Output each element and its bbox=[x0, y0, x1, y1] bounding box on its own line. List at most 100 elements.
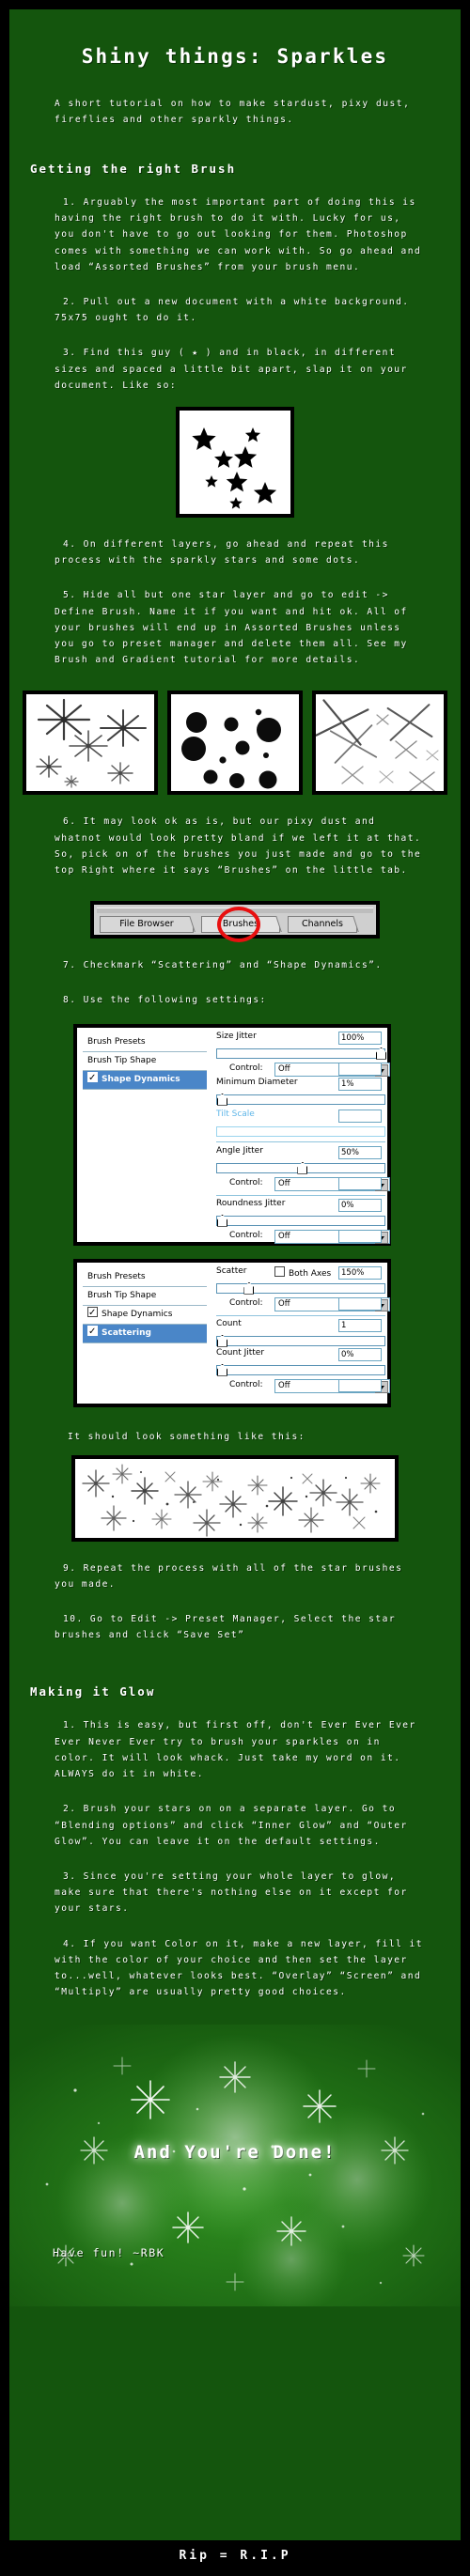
step-brush-2: 2. Pull out a new document with a white … bbox=[55, 297, 410, 324]
checkbox-icon[interactable] bbox=[274, 1265, 285, 1277]
slider-knob[interactable] bbox=[376, 1047, 386, 1060]
control-extra-field[interactable] bbox=[338, 1229, 382, 1243]
scatter-slider[interactable] bbox=[216, 1281, 385, 1295]
count-value[interactable]: 1 bbox=[338, 1318, 382, 1332]
control-extra-field[interactable] bbox=[338, 1062, 382, 1076]
page-title: Shiny things: Sparkles bbox=[81, 45, 389, 68]
list-item-brush-tip-shape[interactable]: Brush Tip Shape bbox=[83, 1287, 207, 1306]
step-glow-2: 2. Brush your stars on on a separate lay… bbox=[55, 1804, 408, 1847]
angle-jitter-control-row: Control: Off bbox=[216, 1176, 390, 1191]
control-dropdown-value: Off bbox=[278, 1298, 290, 1309]
list-item-brush-presets[interactable]: Brush Presets bbox=[83, 1268, 207, 1287]
scatter-control-row: Control: Off bbox=[216, 1296, 390, 1311]
slider-knob[interactable] bbox=[217, 1363, 227, 1376]
count-jitter-control-row: Control: Off bbox=[216, 1378, 390, 1393]
tab-channels[interactable]: Channels bbox=[288, 916, 357, 934]
figure-tabstrip-wrap: File Browser Brushes Channels bbox=[9, 901, 461, 943]
slider-knob[interactable] bbox=[217, 1214, 227, 1227]
done-headline: And You're Done! bbox=[133, 2142, 337, 2164]
figure-scatter-result bbox=[71, 1454, 399, 1542]
slider-knob[interactable] bbox=[297, 1161, 308, 1174]
footer-text: Rip = R.I.P bbox=[179, 2549, 291, 2563]
list-item-shape-dynamics[interactable]: Shape Dynamics bbox=[83, 1069, 207, 1090]
figure-row-brush-samples bbox=[9, 691, 461, 796]
step-brush-3: 3. Find this guy ( ★ ) and in black, in … bbox=[55, 348, 408, 391]
step-brush-9: 9. Repeat the process with all of the st… bbox=[55, 1562, 403, 1590]
brushes-palette-scattering[interactable]: Brush Presets Brush Tip Shape Shape Dyna… bbox=[73, 1258, 391, 1407]
control-extra-field[interactable] bbox=[338, 1378, 382, 1392]
step-glow-3: 3. Since you're setting your whole layer… bbox=[55, 1870, 408, 1915]
minimum-diameter-value[interactable]: 1% bbox=[338, 1077, 382, 1091]
step-brush-4: 4. On different layers, go ahead and rep… bbox=[55, 539, 389, 566]
control-dropdown-value: Off bbox=[278, 1178, 290, 1188]
step-brush-6: 6. It may look ok as is, but our pixy du… bbox=[55, 816, 422, 877]
count-slider[interactable] bbox=[216, 1334, 385, 1347]
slider-knob[interactable] bbox=[217, 1334, 227, 1347]
signature-text: Have fun! ~RBK bbox=[53, 2246, 165, 2260]
angle-jitter-slider[interactable] bbox=[216, 1161, 385, 1174]
scatter-value[interactable]: 150% bbox=[338, 1265, 382, 1280]
shape-dynamics-controls: Size Jitter 100% Control: Off Minimum Di… bbox=[216, 1031, 390, 1244]
control-extra-field[interactable] bbox=[338, 1296, 382, 1311]
brushes-palette-shape-dynamics[interactable]: Brush Presets Brush Tip Shape Shape Dyna… bbox=[73, 1023, 391, 1246]
control-label: Control: bbox=[229, 1230, 263, 1240]
brush-option-list[interactable]: Brush Presets Brush Tip Shape Shape Dyna… bbox=[83, 1267, 207, 1343]
control-label: Control: bbox=[229, 1297, 263, 1308]
size-jitter-slider[interactable] bbox=[216, 1047, 386, 1060]
page-subtitle: A short tutorial on how to make stardust… bbox=[55, 99, 411, 125]
size-jitter-value[interactable]: 100% bbox=[338, 1031, 382, 1045]
both-axes-label: Both Axes bbox=[289, 1268, 332, 1279]
highlight-circle-icon bbox=[217, 907, 260, 943]
list-item-brush-presets[interactable]: Brush Presets bbox=[83, 1033, 207, 1052]
scatter-label: Scatter bbox=[216, 1265, 247, 1276]
count-jitter-label: Count Jitter bbox=[216, 1347, 265, 1358]
list-item-label: Shape Dynamics bbox=[102, 1074, 180, 1084]
control-label: Control: bbox=[229, 1177, 263, 1187]
list-item-label: Brush Tip Shape bbox=[87, 1290, 157, 1300]
glow-showcase-banner: And You're Done! Have fun! ~RBK bbox=[9, 2025, 461, 2307]
roundness-jitter-slider[interactable] bbox=[216, 1214, 385, 1227]
list-item-label: Brush Presets bbox=[87, 1271, 146, 1281]
minimum-diameter-slider[interactable] bbox=[216, 1093, 385, 1106]
checkbox-icon[interactable] bbox=[87, 1069, 98, 1087]
photoshop-tab-strip: File Browser Brushes Channels bbox=[90, 901, 380, 943]
count-jitter-value[interactable]: 0% bbox=[338, 1347, 382, 1361]
step-brush-10: 10. Go to Edit -> Preset Manager, Select… bbox=[55, 1614, 397, 1641]
size-jitter-label: Size Jitter bbox=[216, 1031, 257, 1041]
control-extra-field[interactable] bbox=[338, 1176, 382, 1190]
checkbox-icon[interactable] bbox=[87, 1304, 98, 1322]
list-item-scattering[interactable]: Scattering bbox=[83, 1323, 207, 1343]
list-item-label: Brush Tip Shape bbox=[87, 1055, 157, 1065]
green-content-panel: Shiny things: Sparkles A short tutorial … bbox=[9, 9, 461, 2540]
caption-result-preview: It should look something like this: bbox=[68, 1431, 306, 1442]
control-dropdown-value: Off bbox=[278, 1380, 290, 1390]
roundness-jitter-label: Roundness Jitter bbox=[216, 1198, 286, 1208]
roundness-jitter-value[interactable]: 0% bbox=[338, 1198, 382, 1212]
checkbox-icon[interactable] bbox=[87, 1323, 98, 1341]
count-jitter-slider[interactable] bbox=[216, 1363, 385, 1376]
step-brush-1: 1. Arguably the most important part of d… bbox=[55, 197, 422, 272]
minimum-diameter-label: Minimum Diameter bbox=[216, 1077, 298, 1087]
figure-sparkle-brushes bbox=[23, 691, 158, 796]
divider bbox=[216, 1141, 385, 1142]
slider-knob[interactable] bbox=[243, 1281, 255, 1295]
section-heading-glow: Making it Glow bbox=[30, 1684, 156, 1699]
both-axes-option[interactable]: Both Axes bbox=[274, 1265, 332, 1279]
tab-file-browser[interactable]: File Browser bbox=[100, 916, 194, 934]
list-item-label: Shape Dynamics bbox=[102, 1309, 173, 1319]
tutorial-page: Shiny things: Sparkles A short tutorial … bbox=[0, 0, 470, 2576]
tilt-scale-label: Tilt Scale bbox=[216, 1109, 255, 1119]
slider-knob[interactable] bbox=[217, 1093, 227, 1106]
tilt-scale-slider bbox=[216, 1125, 385, 1137]
list-item-brush-tip-shape[interactable]: Brush Tip Shape bbox=[83, 1052, 207, 1071]
control-dropdown-value: Off bbox=[278, 1231, 290, 1241]
tab-channels-label: Channels bbox=[302, 919, 343, 930]
tilt-scale-value bbox=[338, 1109, 382, 1123]
angle-jitter-label: Angle Jitter bbox=[216, 1145, 263, 1156]
step-brush-7: 7. Checkmark “Scattering” and “Shape Dyn… bbox=[63, 960, 383, 971]
step-glow-4: 4. If you want Color on it, make a new l… bbox=[55, 1938, 423, 1998]
brush-option-list[interactable]: Brush Presets Brush Tip Shape Shape Dyna… bbox=[83, 1032, 207, 1090]
angle-jitter-value[interactable]: 50% bbox=[338, 1145, 382, 1159]
list-item-shape-dynamics[interactable]: Shape Dynamics bbox=[83, 1304, 207, 1325]
divider bbox=[216, 1194, 385, 1196]
